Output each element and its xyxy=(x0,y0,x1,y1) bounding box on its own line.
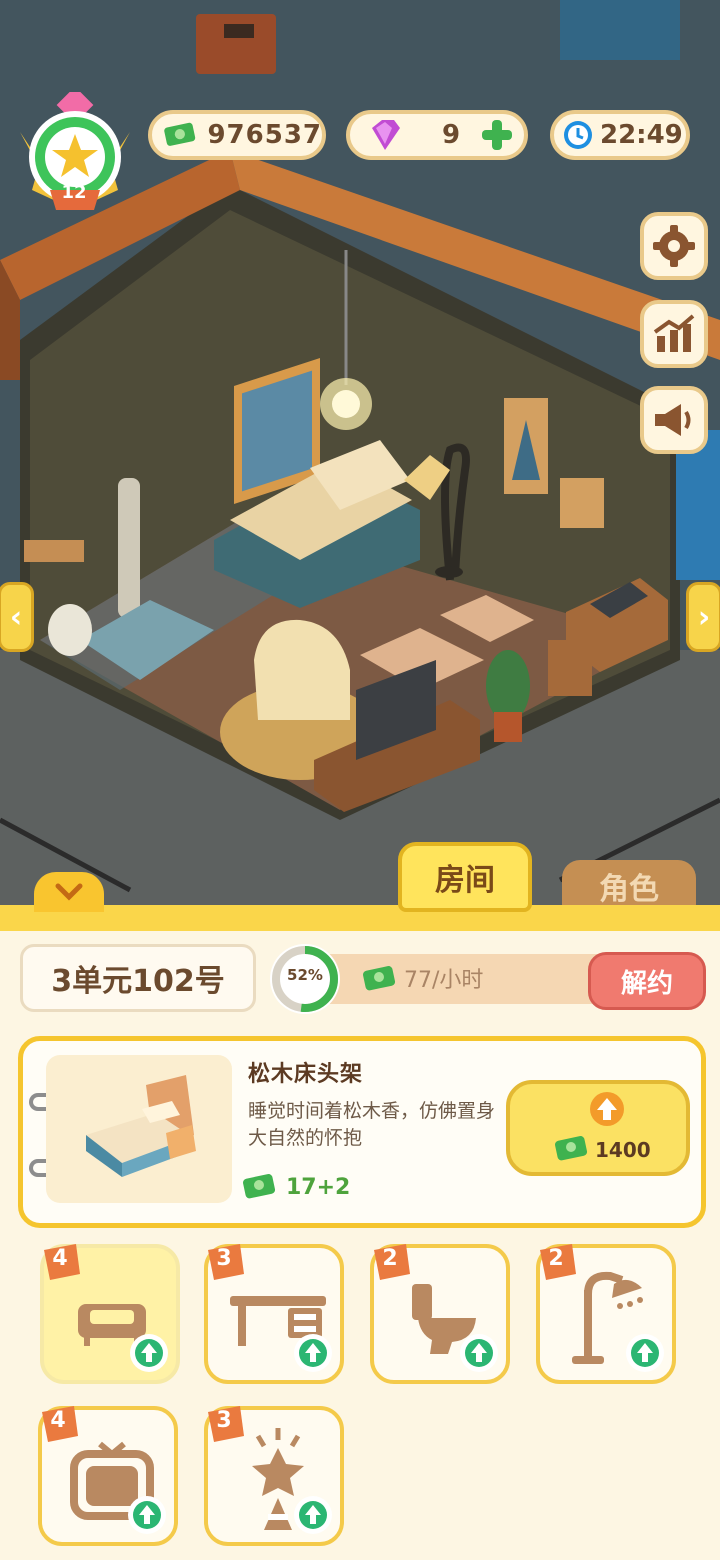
furniture-slot-tv[interactable]: 4 xyxy=(38,1406,178,1546)
level-number: 12 xyxy=(61,182,87,203)
slot-level: 4 xyxy=(50,1408,66,1433)
room-scene: 12 976537 9 22:49 ‹ › xyxy=(0,0,720,905)
gem-counter: 9 xyxy=(346,110,528,160)
announcement-button[interactable] xyxy=(640,386,708,454)
slot-level: 3 xyxy=(216,1246,232,1271)
upgrade-available-icon xyxy=(626,1334,664,1372)
item-description: 睡觉时间着松木香，仿佛置身大自然的怀抱 xyxy=(248,1100,496,1149)
occupancy-percent: 52% xyxy=(287,966,323,984)
cash-icon xyxy=(164,122,196,146)
star-badge-icon xyxy=(20,86,130,210)
cash-icon xyxy=(363,966,396,991)
gear-icon xyxy=(653,225,695,267)
furniture-slot-shower[interactable]: 2 xyxy=(536,1244,676,1384)
chevron-down-icon xyxy=(55,883,83,901)
cancel-lease-button[interactable]: 解约 xyxy=(588,952,706,1010)
chevron-left-icon: ‹ xyxy=(9,599,23,635)
cash-counter: 976537 xyxy=(148,110,326,160)
next-room-button[interactable]: › xyxy=(686,582,720,652)
clock-display: 22:49 xyxy=(550,110,690,160)
furniture-slot-desk[interactable]: 3 xyxy=(204,1244,344,1384)
furniture-slot-toilet[interactable]: 2 xyxy=(370,1244,510,1384)
slot-level-tag: 4 xyxy=(42,1244,82,1284)
upgrade-available-icon xyxy=(128,1496,166,1534)
clock-time: 22:49 xyxy=(600,120,683,150)
unit-address: 3单元102号 xyxy=(20,944,256,1012)
upgrade-cost: 1400 xyxy=(595,1138,651,1162)
furniture-slot-lamp[interactable]: 3 xyxy=(204,1406,344,1546)
gem-icon xyxy=(372,120,400,150)
chart-up-icon xyxy=(653,314,695,352)
slot-level: 2 xyxy=(548,1246,564,1271)
cash-icon xyxy=(243,1174,276,1199)
income-rate: 77/小时 xyxy=(404,968,484,993)
gem-amount: 9 xyxy=(442,120,461,150)
megaphone-icon xyxy=(655,404,691,436)
clock-icon xyxy=(564,121,592,149)
cash-icon xyxy=(555,1136,588,1161)
bed-illustration xyxy=(86,1075,196,1177)
cash-amount: 976537 xyxy=(207,120,322,150)
slot-level: 2 xyxy=(382,1246,398,1271)
collapse-panel-button[interactable] xyxy=(34,872,104,912)
item-thumbnail xyxy=(46,1055,232,1203)
item-name: 松木床头架 xyxy=(248,1062,364,1087)
slot-level: 4 xyxy=(52,1246,68,1271)
upgrade-available-icon xyxy=(130,1334,168,1372)
arrow-up-icon xyxy=(590,1092,624,1126)
add-gem-button[interactable] xyxy=(480,118,514,152)
furniture-slot-bed[interactable]: 4 xyxy=(40,1244,180,1384)
player-level-badge[interactable]: 12 xyxy=(10,86,140,227)
slot-level-tag: 3 xyxy=(206,1244,246,1284)
tab-room[interactable]: 房间 xyxy=(398,842,532,912)
prev-room-button[interactable]: ‹ xyxy=(0,582,34,652)
plus-icon xyxy=(482,120,512,150)
chevron-right-icon: › xyxy=(697,599,711,635)
statistics-button[interactable] xyxy=(640,300,708,368)
upgrade-available-icon xyxy=(294,1496,332,1534)
upgrade-available-icon xyxy=(460,1334,498,1372)
slot-level: 3 xyxy=(216,1408,232,1433)
settings-button[interactable] xyxy=(640,212,708,280)
upgrade-available-icon xyxy=(294,1334,332,1372)
item-income-value: 17+2 xyxy=(286,1175,351,1200)
